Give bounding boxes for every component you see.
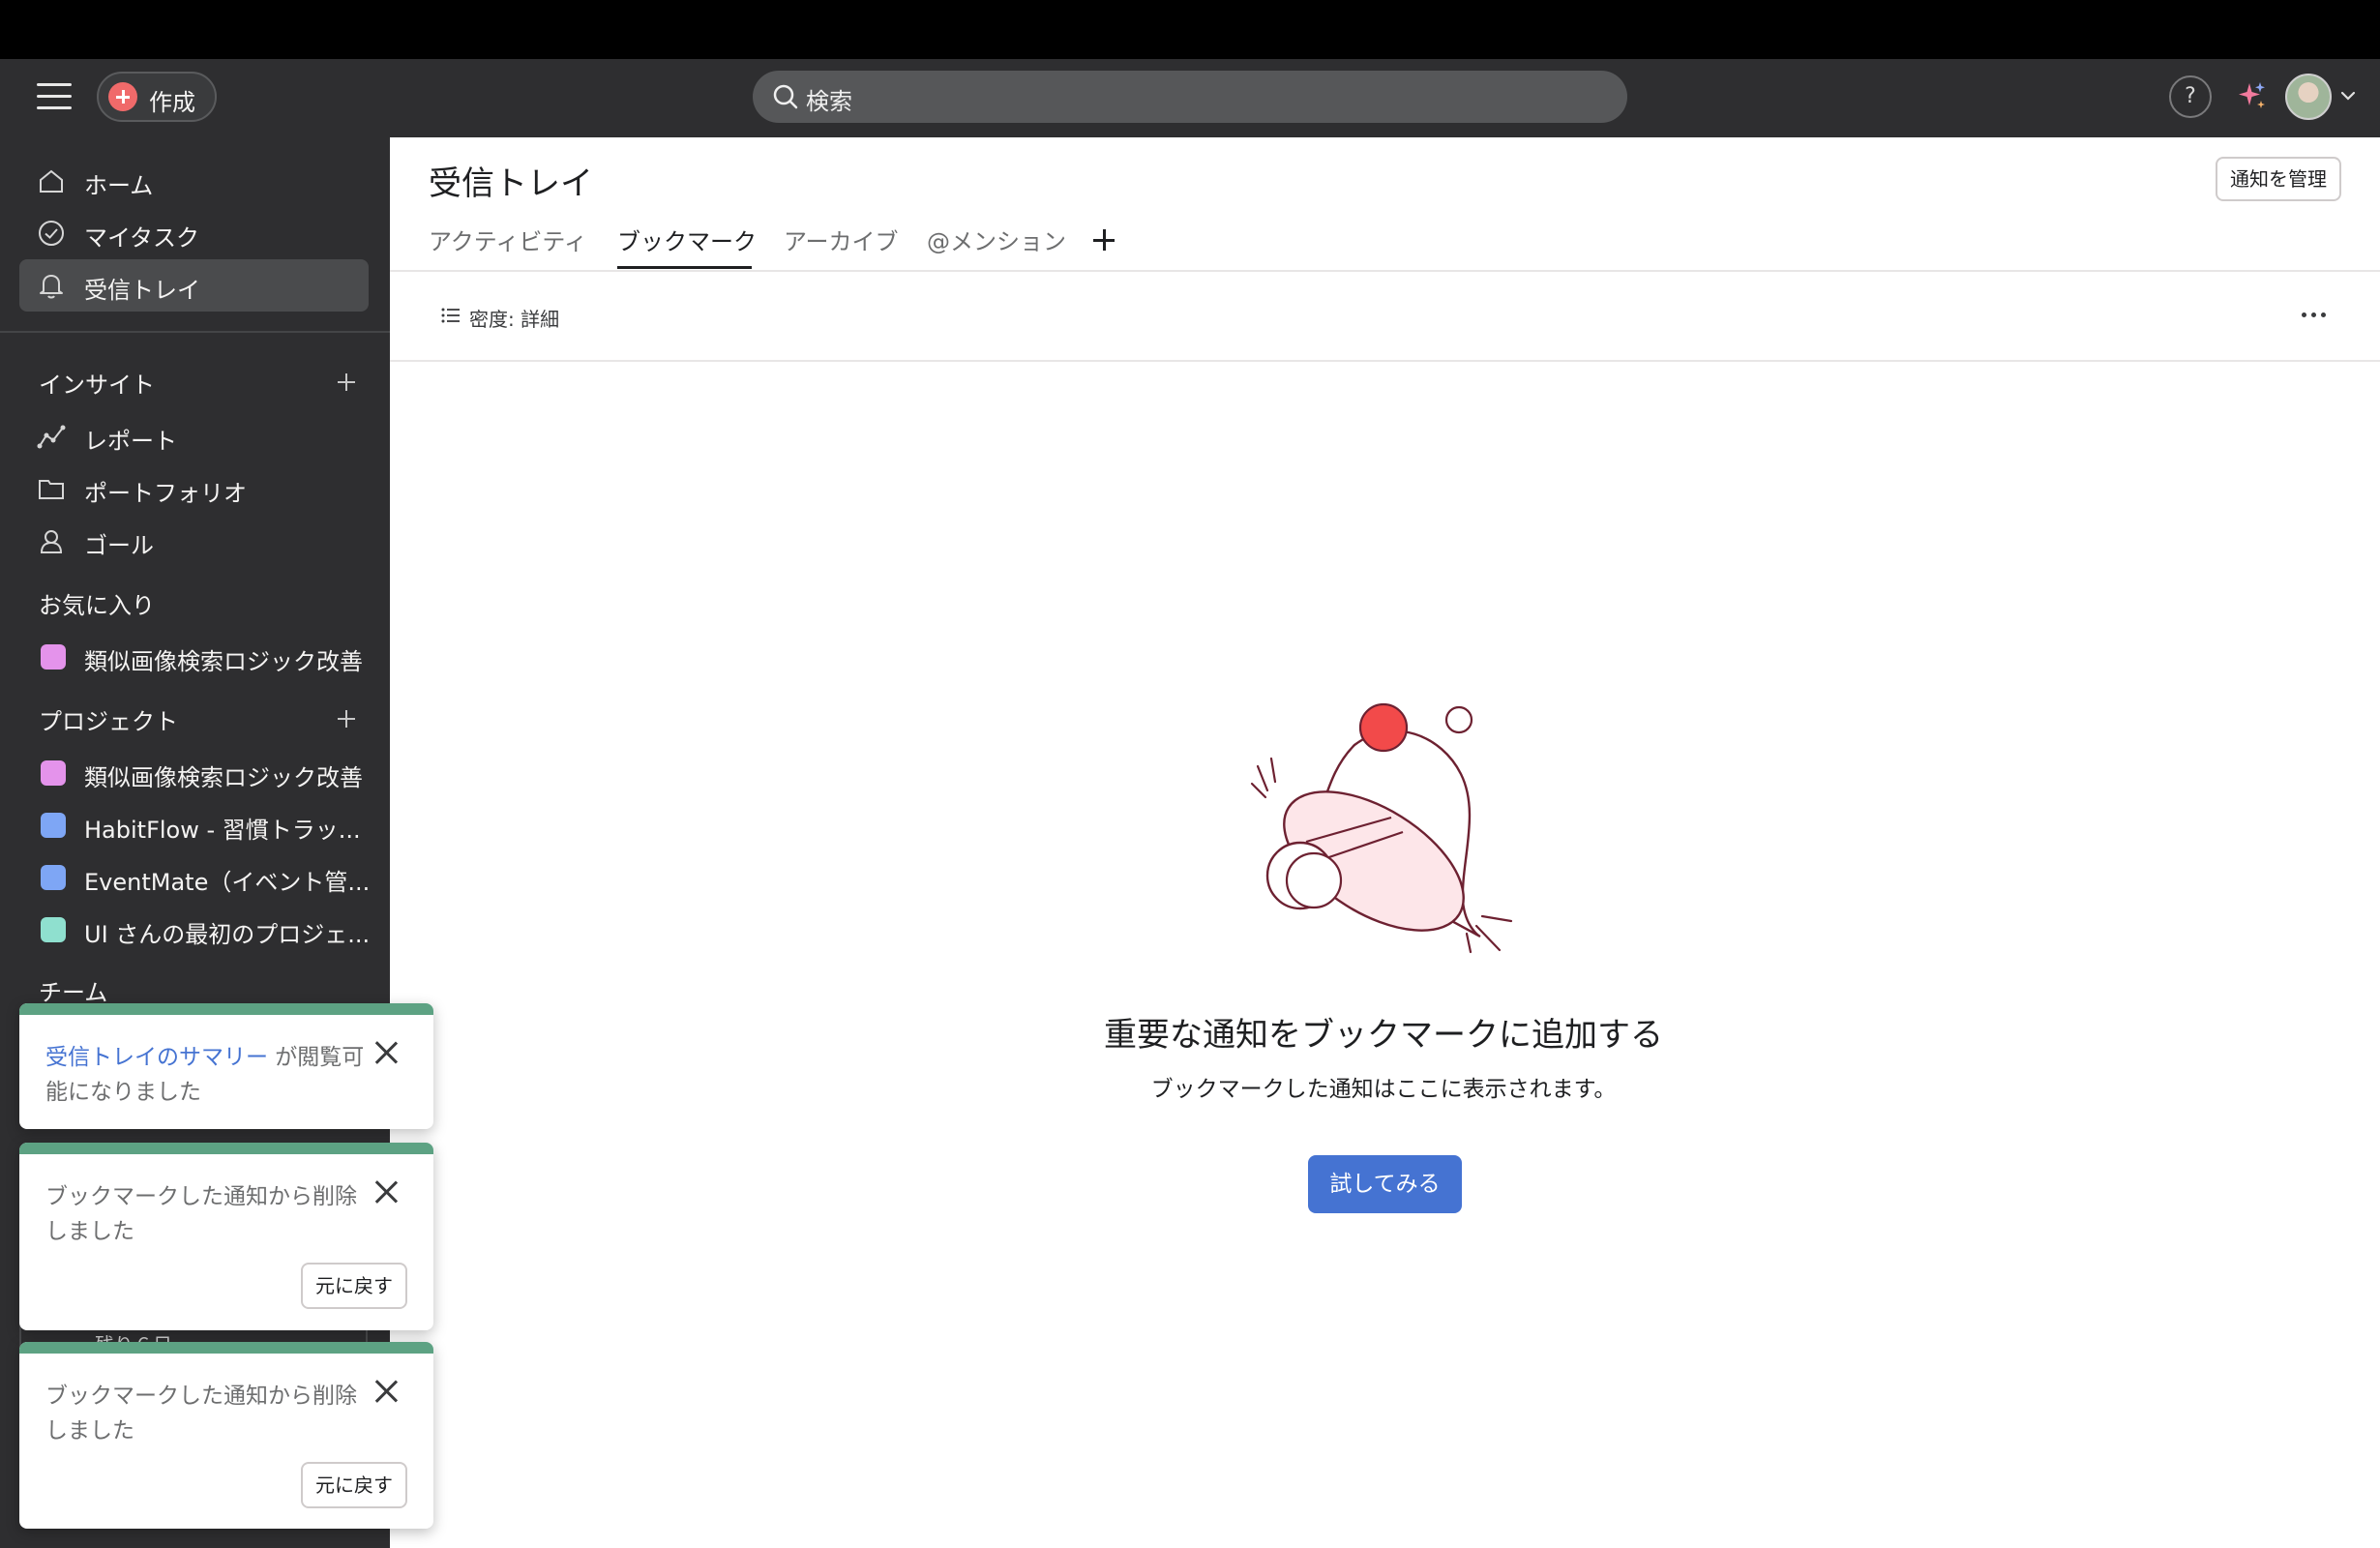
sidebar-item-label: ポートフォリオ bbox=[84, 480, 247, 507]
sidebar-item-label: レポート bbox=[84, 428, 177, 455]
add-insight-button[interactable] bbox=[335, 371, 358, 394]
project-color-swatch bbox=[41, 917, 66, 942]
toast-accent-bar bbox=[19, 1143, 433, 1154]
project-color-swatch bbox=[41, 865, 66, 890]
manage-notifications-button[interactable]: 通知を管理 bbox=[2216, 157, 2341, 201]
tab-archive[interactable]: アーカイブ bbox=[784, 223, 899, 256]
project-item-label: HabitFlow - 習慣トラッ... bbox=[84, 817, 361, 844]
bell-illustration-icon bbox=[1250, 702, 1513, 954]
projects-section-title[interactable]: プロジェクト bbox=[39, 702, 178, 736]
create-label: 作成 bbox=[149, 89, 195, 116]
empty-state-subtitle: ブックマークした通知はここに表示されます。 bbox=[1150, 1077, 1617, 1102]
favorite-item[interactable]: 類似画像検索ロジック改善 bbox=[19, 633, 369, 681]
project-item[interactable]: EventMate（イベント管... bbox=[19, 853, 371, 902]
search-placeholder: 検索 bbox=[806, 88, 852, 115]
sidebar-item-home[interactable]: ホーム bbox=[19, 155, 369, 207]
teams-section-title[interactable]: チーム bbox=[39, 973, 107, 1007]
sidebar-item-reports[interactable]: レポート bbox=[19, 410, 369, 462]
home-icon bbox=[40, 169, 63, 193]
inbox-summary-link[interactable]: 受信トレイのサマリー bbox=[45, 1045, 268, 1070]
chart-line-icon bbox=[37, 425, 66, 449]
toast-notification: ブックマークした通知から削除しました 元に戻す bbox=[19, 1342, 433, 1529]
folder-icon bbox=[39, 480, 64, 499]
top-strip bbox=[0, 0, 2380, 59]
project-item[interactable]: HabitFlow - 習慣トラッ... bbox=[19, 801, 369, 849]
sidebar-item-label: ゴール bbox=[84, 532, 154, 559]
sidebar-item-my-tasks[interactable]: マイタスク bbox=[19, 207, 369, 259]
ai-sparkle-icon[interactable] bbox=[2235, 79, 2268, 112]
page-title: 受信トレイ bbox=[429, 164, 593, 203]
try-it-button[interactable]: 試してみる bbox=[1308, 1155, 1462, 1213]
check-circle-icon bbox=[39, 221, 64, 246]
density-label: 密度: 詳細 bbox=[469, 308, 560, 331]
user-avatar[interactable] bbox=[2285, 74, 2332, 120]
plus-icon bbox=[108, 82, 137, 111]
tab-activity[interactable]: アクティビティ bbox=[429, 223, 587, 256]
project-item[interactable]: 類似画像検索ロジック改善 bbox=[19, 749, 369, 797]
hamburger-menu-button[interactable] bbox=[37, 83, 72, 110]
empty-state-title: 重要な通知をブックマークに追加する bbox=[1104, 1016, 1663, 1055]
project-item-label: UI さんの最初のプロジェ... bbox=[84, 921, 371, 948]
favorites-section-title[interactable]: お気に入り bbox=[39, 586, 155, 620]
sidebar-divider bbox=[0, 331, 390, 333]
sidebar-item-inbox[interactable]: 受信トレイ bbox=[19, 259, 369, 312]
sidebar-item-label: 受信トレイ bbox=[84, 277, 200, 304]
close-icon[interactable] bbox=[373, 1179, 399, 1205]
bell-icon bbox=[40, 275, 63, 299]
toolbar-divider bbox=[390, 360, 2380, 362]
close-icon[interactable] bbox=[373, 1040, 399, 1065]
person-goal-icon bbox=[40, 530, 63, 553]
project-color-swatch bbox=[41, 644, 66, 670]
add-project-button[interactable] bbox=[335, 707, 358, 730]
toast-notification: 受信トレイのサマリー が閲覧可能になりました bbox=[19, 1003, 433, 1129]
project-item-label: 類似画像検索ロジック改善 bbox=[84, 764, 363, 791]
create-button[interactable]: 作成 bbox=[97, 72, 217, 122]
search-input[interactable]: 検索 bbox=[753, 71, 1627, 123]
toast-message: 受信トレイのサマリー が閲覧可能になりました bbox=[45, 1040, 365, 1110]
sidebar-item-portfolio[interactable]: ポートフォリオ bbox=[19, 462, 369, 515]
insights-section-title[interactable]: インサイト bbox=[39, 366, 155, 400]
chevron-down-icon[interactable] bbox=[2339, 87, 2357, 104]
active-tab-indicator bbox=[617, 266, 752, 269]
sidebar-item-label: マイタスク bbox=[84, 224, 200, 252]
toast-notification: ブックマークした通知から削除しました 元に戻す bbox=[19, 1143, 433, 1330]
favorite-item-label: 類似画像検索ロジック改善 bbox=[84, 648, 363, 675]
add-tab-button[interactable] bbox=[1091, 227, 1116, 253]
tabs-divider bbox=[390, 270, 2380, 272]
undo-button[interactable]: 元に戻す bbox=[301, 1263, 407, 1309]
project-item-label: EventMate（イベント管... bbox=[84, 869, 371, 896]
tab-bookmarks[interactable]: ブックマーク bbox=[617, 223, 757, 256]
sidebar-item-goals[interactable]: ゴール bbox=[19, 515, 369, 567]
toast-message: ブックマークした通知から削除しました bbox=[45, 1384, 357, 1444]
project-color-swatch bbox=[41, 813, 66, 838]
project-color-swatch bbox=[41, 760, 66, 786]
toast-message: ブックマークした通知から削除しました bbox=[45, 1184, 357, 1244]
undo-button[interactable]: 元に戻す bbox=[301, 1462, 407, 1508]
more-options-button[interactable] bbox=[2298, 300, 2331, 329]
project-item[interactable]: UI さんの最初のプロジェ... bbox=[19, 906, 371, 954]
search-icon bbox=[773, 84, 798, 109]
toast-accent-bar bbox=[19, 1342, 433, 1354]
sidebar-item-label: ホーム bbox=[84, 172, 154, 199]
toast-accent-bar bbox=[19, 1003, 433, 1015]
close-icon[interactable] bbox=[373, 1379, 399, 1404]
list-icon bbox=[441, 308, 460, 323]
help-button[interactable]: ? bbox=[2169, 75, 2212, 118]
tab-mentions[interactable]: @メンション bbox=[927, 223, 1066, 256]
